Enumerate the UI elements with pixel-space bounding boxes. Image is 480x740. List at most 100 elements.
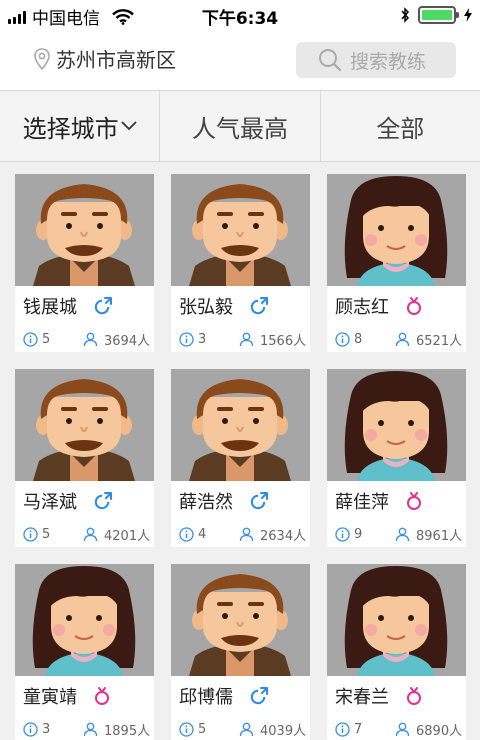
- filter-tabs: 选择城市 人气最高 全部: [0, 90, 480, 162]
- name-row: 顾志红: [327, 286, 466, 326]
- coach-rating: 9: [354, 526, 363, 542]
- info-icon: [23, 721, 38, 737]
- stats-row: 4 2634人: [171, 521, 310, 547]
- tab-select-city[interactable]: 选择城市: [0, 91, 161, 161]
- coach-name: 薛佳萍: [335, 492, 389, 513]
- coach-name: 薛浩然: [179, 492, 233, 513]
- stats-row: 3 1566人: [171, 326, 310, 352]
- coach-name: 马泽斌: [23, 492, 77, 513]
- name-row: 薛佳萍: [327, 481, 466, 521]
- stats-row: 5 4039人: [171, 716, 310, 740]
- location-selector[interactable]: 苏州市高新区: [34, 44, 176, 73]
- info-icon: [23, 526, 38, 542]
- search-icon: [319, 49, 342, 72]
- male-icon: [250, 297, 268, 315]
- user-icon: [395, 722, 410, 736]
- info-icon: [23, 331, 38, 347]
- coach-avatar: [171, 369, 310, 481]
- battery-icon: [418, 6, 459, 24]
- tab-label: 人气最高: [191, 114, 288, 143]
- coach-students: 8961人: [416, 528, 463, 544]
- name-row: 薛浩然: [171, 481, 310, 521]
- user-icon: [239, 527, 254, 541]
- name-row: 钱展城: [15, 286, 154, 326]
- coach-students: 6890人: [416, 723, 463, 739]
- coach-name: 顾志红: [335, 297, 389, 318]
- female-icon: [95, 687, 109, 705]
- coach-avatar: [327, 564, 466, 676]
- coach-avatar: [171, 564, 310, 676]
- coach-avatar: [15, 564, 154, 676]
- coach-avatar: [327, 174, 466, 286]
- coach-card[interactable]: 马泽斌 5 4201人: [15, 369, 154, 547]
- coach-students: 4039人: [260, 723, 307, 739]
- name-row: 张弘毅: [171, 286, 310, 326]
- map-pin-icon: [34, 47, 50, 70]
- stats-row: 5 3694人: [15, 326, 154, 352]
- coach-rating: 5: [42, 331, 51, 347]
- info-icon: [179, 331, 194, 347]
- coach-grid: 钱展城 5 3694人 张弘毅 3 1566人 顾志红 8 6521人马泽斌 5 4201人 薛浩然 4…: [15, 174, 466, 740]
- carrier-label: 中国电信: [32, 9, 100, 29]
- user-icon: [83, 527, 98, 541]
- tab-most-popular[interactable]: 人气最高: [160, 91, 321, 161]
- coach-card[interactable]: 钱展城 5 3694人: [15, 174, 154, 352]
- coach-rating: 7: [354, 721, 363, 737]
- male-icon: [250, 687, 268, 705]
- info-icon: [335, 721, 350, 737]
- status-bar: 中国电信 下午6:34: [0, 0, 480, 30]
- coach-rating: 5: [42, 526, 51, 542]
- stats-row: 3 1895人: [15, 716, 154, 740]
- coach-students: 2634人: [260, 528, 307, 544]
- tab-all[interactable]: 全部: [321, 91, 480, 161]
- stats-row: 9 8961人: [327, 521, 466, 547]
- bluetooth-icon: [401, 7, 410, 23]
- user-icon: [83, 722, 98, 736]
- male-icon: [94, 297, 112, 315]
- info-icon: [179, 721, 194, 737]
- tab-label: 选择城市: [22, 114, 119, 143]
- female-icon: [407, 492, 421, 510]
- coach-name: 宋春兰: [335, 687, 389, 708]
- search-placeholder: 搜索教练: [350, 50, 427, 73]
- coach-card[interactable]: 薛浩然 4 2634人: [171, 369, 310, 547]
- stats-row: 7 6890人: [327, 716, 466, 740]
- coach-rating: 3: [198, 331, 207, 347]
- name-row: 宋春兰: [327, 676, 466, 716]
- coach-name: 钱展城: [23, 297, 77, 318]
- coach-students: 4201人: [104, 528, 151, 544]
- name-row: 马泽斌: [15, 481, 154, 521]
- signal-icon: [8, 10, 26, 24]
- coach-rating: 3: [42, 721, 51, 737]
- coach-rating: 8: [354, 331, 363, 347]
- search-input[interactable]: 搜索教练: [296, 42, 456, 78]
- info-icon: [179, 526, 194, 542]
- user-icon: [239, 722, 254, 736]
- user-icon: [395, 527, 410, 541]
- user-icon: [83, 332, 98, 346]
- coach-card[interactable]: 宋春兰 7 6890人: [327, 564, 466, 740]
- name-row: 邱博儒: [171, 676, 310, 716]
- coach-students: 3694人: [104, 333, 151, 349]
- chevron-down-icon: [121, 121, 137, 131]
- coach-rating: 5: [198, 721, 207, 737]
- coach-avatar: [15, 369, 154, 481]
- name-row: 童寅靖: [15, 676, 154, 716]
- coach-card[interactable]: 顾志红 8 6521人: [327, 174, 466, 352]
- stats-row: 8 6521人: [327, 326, 466, 352]
- coach-students: 1566人: [260, 333, 307, 349]
- coach-card[interactable]: 薛佳萍 9 8961人: [327, 369, 466, 547]
- user-icon: [239, 332, 254, 346]
- coach-card[interactable]: 邱博儒 5 4039人: [171, 564, 310, 740]
- coach-name: 邱博儒: [179, 687, 233, 708]
- coach-avatar: [15, 174, 154, 286]
- wifi-icon: [112, 8, 134, 25]
- male-icon: [94, 492, 112, 510]
- female-icon: [407, 687, 421, 705]
- coach-name: 童寅靖: [23, 687, 77, 708]
- coach-avatar: [327, 369, 466, 481]
- male-icon: [250, 492, 268, 510]
- coach-card[interactable]: 张弘毅 3 1566人: [171, 174, 310, 352]
- coach-card[interactable]: 童寅靖 3 1895人: [15, 564, 154, 740]
- coach-students: 6521人: [416, 333, 463, 349]
